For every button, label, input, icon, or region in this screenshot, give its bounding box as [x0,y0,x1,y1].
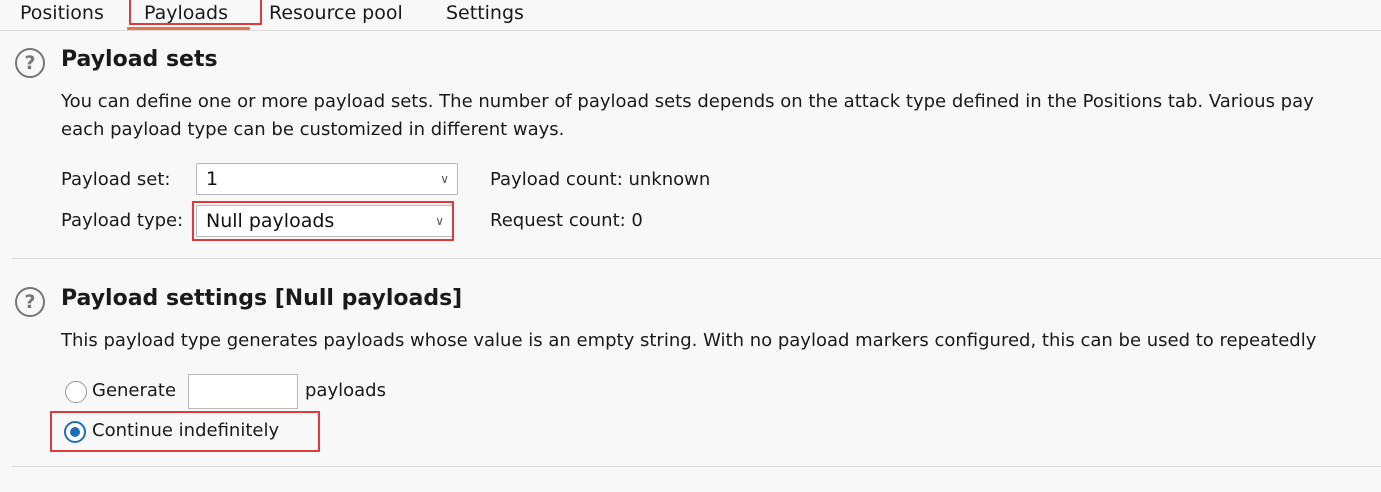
tab-highlight-box [129,0,262,25]
help-circle-icon[interactable]: ? [15,287,45,317]
request-count-text: Request count: 0 [490,210,643,231]
payload-count-text: Payload count: unknown [490,169,711,190]
generate-label: Generate [92,380,177,401]
tab-bar: Positions Payloads Resource pool Setting… [0,0,1381,31]
section-divider [12,258,1381,259]
payload-sets-description-line1: You can define one or more payload sets.… [61,91,1314,112]
tab-settings[interactable]: Settings [446,0,524,26]
payload-set-label: Payload set: [61,169,171,190]
help-circle-icon[interactable]: ? [15,48,45,78]
payloads-suffix-label: payloads [305,380,386,401]
chevron-down-icon: ∨ [440,172,449,186]
tab-positions[interactable]: Positions [20,0,104,26]
payload-type-highlight-box [192,201,454,241]
payload-settings-description: This payload type generates payloads who… [61,330,1317,351]
payload-set-dropdown[interactable]: 1 ∨ [196,163,458,195]
generate-count-input[interactable] [188,374,298,409]
active-tab-underline [127,27,250,30]
section-divider-bottom [12,466,1381,467]
generate-radio[interactable] [65,381,87,403]
continue-indefinitely-highlight-box [50,411,320,452]
payload-type-label: Payload type: [61,210,184,231]
payload-sets-description-line2: each payload type can be customized in d… [61,119,565,140]
payload-sets-title: Payload sets [61,47,218,72]
payload-set-value: 1 [206,168,219,190]
tab-resource-pool[interactable]: Resource pool [269,0,403,26]
payload-settings-title: Payload settings [Null payloads] [61,286,463,311]
